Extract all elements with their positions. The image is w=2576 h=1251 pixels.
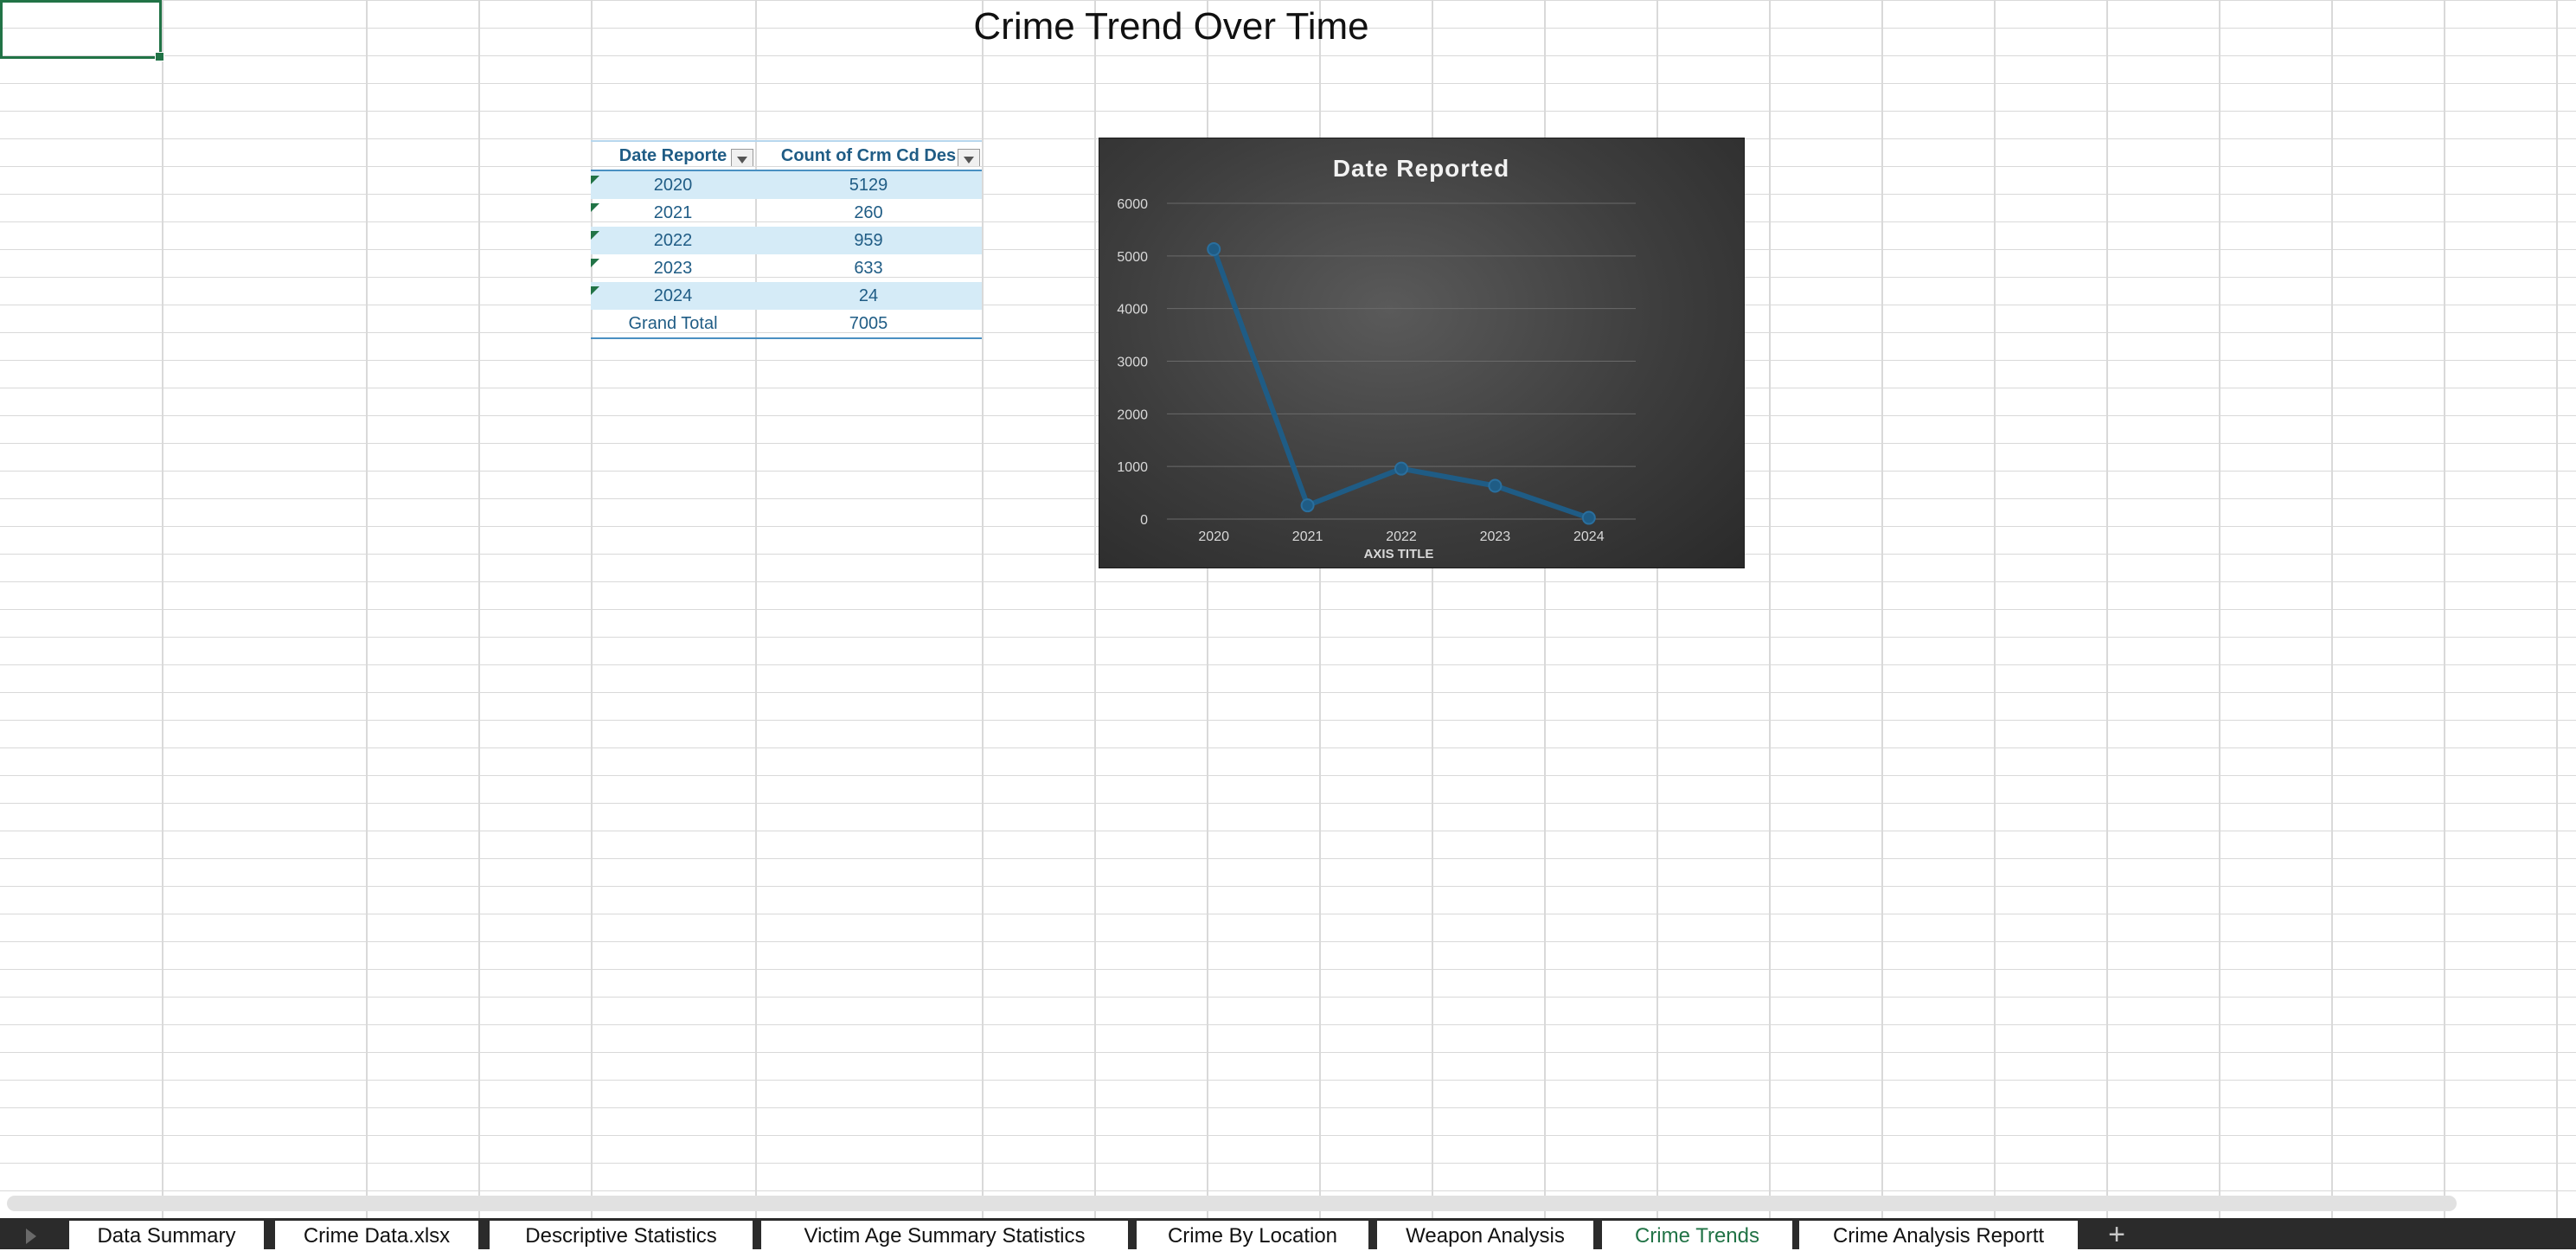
pivot-header-date[interactable]: Date Reporte [591, 146, 755, 166]
sheet-tab-label: Crime Analysis Reportt [1832, 1224, 2045, 1248]
pivot-count: 260 [854, 202, 883, 222]
column-gridline [1769, 0, 1771, 1218]
grand-total-value: 7005 [849, 313, 888, 333]
y-tick-label: 2000 [1117, 407, 1148, 422]
error-indicator-icon [591, 202, 599, 212]
y-tick-label: 3000 [1117, 356, 1148, 370]
sheet-tab-label: Data Summary [97, 1224, 236, 1248]
column-gridline [1994, 0, 1996, 1218]
filter-dropdown-icon[interactable] [731, 148, 753, 166]
sheet-tab-label: Crime Data.xlsx [303, 1224, 451, 1248]
pivot-year: 2022 [653, 230, 693, 250]
error-indicator-icon [591, 285, 599, 295]
chart-title: Date Reported [1333, 155, 1509, 182]
filter-dropdown-icon[interactable] [958, 148, 980, 166]
fill-handle[interactable] [155, 52, 164, 61]
chart-canvas: Date Reported 0 1000 2000 3000 4000 5000 6000 20… [1117, 155, 1636, 561]
y-tick-label: 4000 [1117, 303, 1148, 318]
error-indicator-icon [591, 175, 599, 184]
error-indicator-icon [591, 258, 599, 267]
horizontal-scrollbar[interactable] [7, 1196, 2457, 1211]
y-tick-label: 5000 [1117, 250, 1148, 265]
sheet-tab[interactable]: Data Summary [69, 1218, 264, 1249]
pivot-year: 2021 [653, 202, 693, 222]
pivot-row[interactable]: 2022 959 [591, 227, 982, 254]
pivot-year: 2024 [653, 285, 693, 305]
pivot-row[interactable]: 2024 24 [591, 282, 982, 310]
pivot-count: 959 [854, 230, 883, 250]
pivot-header-row: Date Reporte Count of Crm Cd Des [591, 140, 982, 171]
tab-scroll-right-icon[interactable] [26, 1229, 36, 1244]
column-gridline [2331, 0, 2333, 1218]
x-tick-label: 2024 [1573, 529, 1605, 544]
pivot-year: 2023 [653, 258, 693, 278]
column-gridline [982, 0, 984, 1218]
column-gridline [2556, 0, 2558, 1218]
sheet-tab[interactable]: Crime By Location [1137, 1218, 1368, 1249]
x-tick-label: 2020 [1198, 529, 1229, 544]
sheet-tab[interactable]: Victim Age Summary Statistics [761, 1218, 1128, 1249]
sheet-tab[interactable]: Descriptive Statistics [490, 1218, 753, 1249]
column-gridline [2444, 0, 2445, 1218]
pivot-header-count-label: Count of Crm Cd Des [780, 145, 957, 165]
data-point [1207, 241, 1221, 256]
sheet-tab[interactable]: Weapon Analysis [1377, 1218, 1593, 1249]
pivot-row[interactable]: 2021 260 [591, 199, 982, 227]
data-point [1394, 461, 1408, 476]
sheet-tab[interactable]: Crime Data.xlsx [275, 1218, 478, 1249]
column-gridline [162, 0, 163, 1218]
pivot-row[interactable]: 2023 633 [591, 254, 982, 282]
pivot-count: 633 [854, 258, 883, 278]
x-tick-label: 2021 [1292, 529, 1323, 544]
column-gridline [478, 0, 480, 1218]
x-tick-label: 2023 [1480, 529, 1511, 544]
column-gridline [1094, 0, 1096, 1218]
pivot-year: 2020 [653, 175, 693, 195]
column-gridline [366, 0, 368, 1218]
y-tick-label: 1000 [1117, 460, 1148, 475]
sheet-tab-label: Crime By Location [1167, 1224, 1338, 1248]
add-sheet-button[interactable]: + [2086, 1218, 2147, 1251]
pivot-count: 5129 [849, 175, 888, 195]
pivot-row[interactable]: 2020 5129 [591, 171, 982, 199]
y-tick-label: 0 [1140, 513, 1148, 528]
pivot-grand-total-row[interactable]: Grand Total 7005 [591, 310, 982, 339]
error-indicator-icon [591, 230, 599, 240]
sheet-tab-label: Crime Trends [1634, 1224, 1760, 1248]
data-point [1488, 478, 1503, 493]
line-chart[interactable]: Date Reported 0 1000 2000 3000 4000 5000 6000 20… [1099, 138, 1745, 568]
data-point [1300, 498, 1315, 513]
sheet-tab[interactable]: Crime Analysis Reportt [1799, 1218, 2078, 1249]
sheet-tab-label: Weapon Analysis [1406, 1224, 1565, 1248]
pivot-count: 24 [858, 285, 879, 305]
sheet-tab-bar: Data Summary Crime Data.xlsx Descriptive S… [0, 1218, 2576, 1251]
column-gridline [2219, 0, 2220, 1218]
sheet-title: Crime Trend Over Time [973, 5, 1369, 48]
column-gridline [2106, 0, 2108, 1218]
data-point [1581, 510, 1596, 525]
series-line [1211, 247, 1590, 521]
x-tick-label: 2022 [1386, 529, 1417, 544]
column-gridline [1881, 0, 1883, 1218]
grand-total-label: Grand Total [628, 313, 718, 333]
x-axis-title: AXIS TITLE [1364, 547, 1434, 561]
sheet-tab[interactable]: Crime Trends [1602, 1218, 1792, 1249]
sheet-tab-label: Descriptive Statistics [525, 1224, 717, 1248]
pivot-header-date-label: Date Reporte [618, 145, 727, 165]
pivot-header-count[interactable]: Count of Crm Cd Des [755, 146, 982, 166]
y-tick-label: 6000 [1117, 197, 1148, 212]
sheet-tab-label: Victim Age Summary Statistics [804, 1224, 1086, 1248]
pivot-table[interactable]: Date Reporte Count of Crm Cd Des 2020 51… [591, 140, 982, 339]
